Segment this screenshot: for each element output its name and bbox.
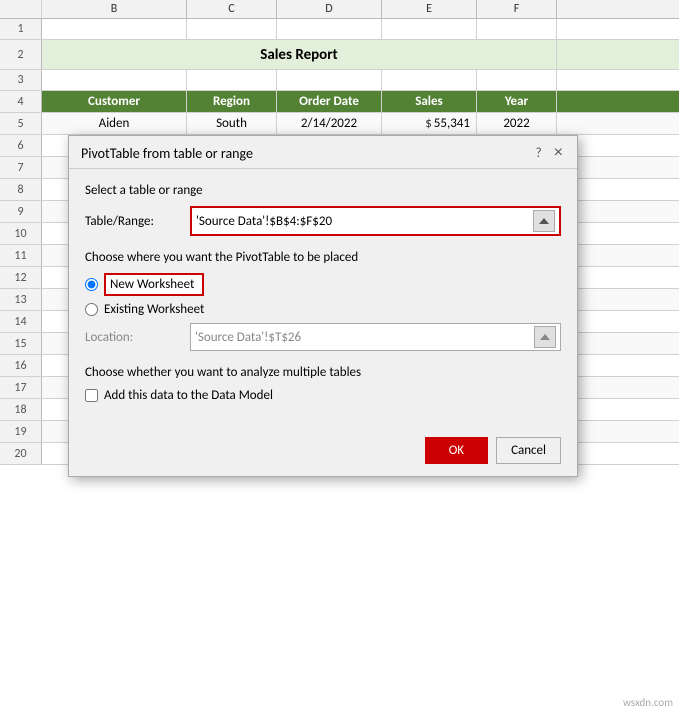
- dialog-body: Select a table or range Table/Range: Cho…: [69, 169, 577, 431]
- new-worksheet-radio[interactable]: [85, 278, 98, 291]
- row-num-8: 8: [0, 179, 42, 200]
- cell-3b: [42, 70, 187, 90]
- row-4: 4 Customer Region Order Date Sales Year: [0, 91, 679, 113]
- table-range-input[interactable]: [196, 214, 533, 229]
- cell-1c: [187, 19, 277, 39]
- col-header-e: E: [382, 0, 477, 18]
- header-sales: Sales: [382, 91, 477, 112]
- cell-3d: [277, 70, 382, 90]
- cancel-button[interactable]: Cancel: [496, 437, 561, 464]
- row-2: 2 Sales Report: [0, 40, 679, 70]
- col-header-d: D: [277, 0, 382, 18]
- dialog-titlebar-actions: ? ×: [536, 144, 565, 162]
- row-num-4: 4: [0, 91, 42, 112]
- dialog-close-button[interactable]: ×: [552, 144, 565, 162]
- title-cell: Sales Report: [42, 40, 557, 69]
- row-num-2: 2: [0, 40, 42, 69]
- row-num-19: 19: [0, 421, 42, 442]
- col-header-b: B: [42, 0, 187, 18]
- row-num-6: 6: [0, 135, 42, 156]
- location-label: Location:: [85, 330, 190, 345]
- existing-worksheet-radio[interactable]: [85, 303, 98, 316]
- cell-1e: [382, 19, 477, 39]
- help-icon[interactable]: ?: [536, 146, 542, 161]
- cell-1f: [477, 19, 557, 39]
- cell-1d: [277, 19, 382, 39]
- row-num-17: 17: [0, 377, 42, 398]
- column-headers-row: B C D E F: [0, 0, 679, 19]
- header-order-date: Order Date: [277, 91, 382, 112]
- cell-5b: Aiden: [42, 113, 187, 134]
- row-num-10: 10: [0, 223, 42, 244]
- cell-3e: [382, 70, 477, 90]
- location-row: Location:: [85, 323, 561, 351]
- header-year: Year: [477, 91, 557, 112]
- existing-worksheet-label[interactable]: Existing Worksheet: [104, 302, 204, 317]
- location-input[interactable]: [195, 330, 534, 345]
- row-1: 1: [0, 19, 679, 40]
- collapse-location-button[interactable]: [534, 326, 556, 348]
- collapse-range-button[interactable]: [533, 210, 555, 232]
- section1-label: Select a table or range: [85, 183, 561, 198]
- cell-5c: South: [187, 113, 277, 134]
- location-input-wrap: [190, 323, 561, 351]
- row-num-3: 3: [0, 70, 42, 90]
- new-worksheet-option[interactable]: New Worksheet: [85, 273, 561, 296]
- col-header-c: C: [187, 0, 277, 18]
- header-region: Region: [187, 91, 277, 112]
- data-model-label[interactable]: Add this data to the Data Model: [104, 388, 273, 403]
- cell-5f: 2022: [477, 113, 557, 134]
- row-3: 3: [0, 70, 679, 91]
- row-5: 5 Aiden South 2/14/2022 $55,341 2022: [0, 113, 679, 135]
- ok-button[interactable]: OK: [425, 437, 488, 464]
- new-worksheet-label[interactable]: New Worksheet: [110, 277, 194, 292]
- header-customer: Customer: [42, 91, 187, 112]
- table-range-input-wrap: [190, 206, 561, 236]
- row-num-16: 16: [0, 355, 42, 376]
- corner-cell: [0, 0, 42, 18]
- row-num-15: 15: [0, 333, 42, 354]
- cell-5e: $55,341: [382, 113, 477, 134]
- row-num-18: 18: [0, 399, 42, 420]
- col-header-f: F: [477, 0, 557, 18]
- placement-label: Choose where you want the PivotTable to …: [85, 250, 561, 265]
- cell-1b: [42, 19, 187, 39]
- dialog-titlebar: PivotTable from table or range ? ×: [69, 136, 577, 169]
- row-num-7: 7: [0, 157, 42, 178]
- row-num-20: 20: [0, 443, 42, 464]
- data-model-checkbox[interactable]: [85, 389, 98, 402]
- cell-3c: [187, 70, 277, 90]
- row-num-12: 12: [0, 267, 42, 288]
- existing-worksheet-option[interactable]: Existing Worksheet: [85, 302, 561, 317]
- row-num-5: 5: [0, 113, 42, 134]
- cell-5d: 2/14/2022: [277, 113, 382, 134]
- row-num-14: 14: [0, 311, 42, 332]
- cell-3f: [477, 70, 557, 90]
- pivot-dialog: PivotTable from table or range ? × Selec…: [68, 135, 578, 477]
- new-worksheet-highlight: New Worksheet: [104, 273, 204, 296]
- table-range-label: Table/Range:: [85, 214, 190, 229]
- row-num-11: 11: [0, 245, 42, 266]
- watermark: wsxdn.com: [623, 696, 673, 709]
- table-range-row: Table/Range:: [85, 206, 561, 236]
- data-model-option[interactable]: Add this data to the Data Model: [85, 388, 561, 403]
- analyze-label: Choose whether you want to analyze multi…: [85, 365, 561, 380]
- row-num-1: 1: [0, 19, 42, 39]
- row-num-9: 9: [0, 201, 42, 222]
- dialog-footer: OK Cancel: [69, 431, 577, 476]
- row-num-13: 13: [0, 289, 42, 310]
- dialog-title: PivotTable from table or range: [81, 145, 253, 162]
